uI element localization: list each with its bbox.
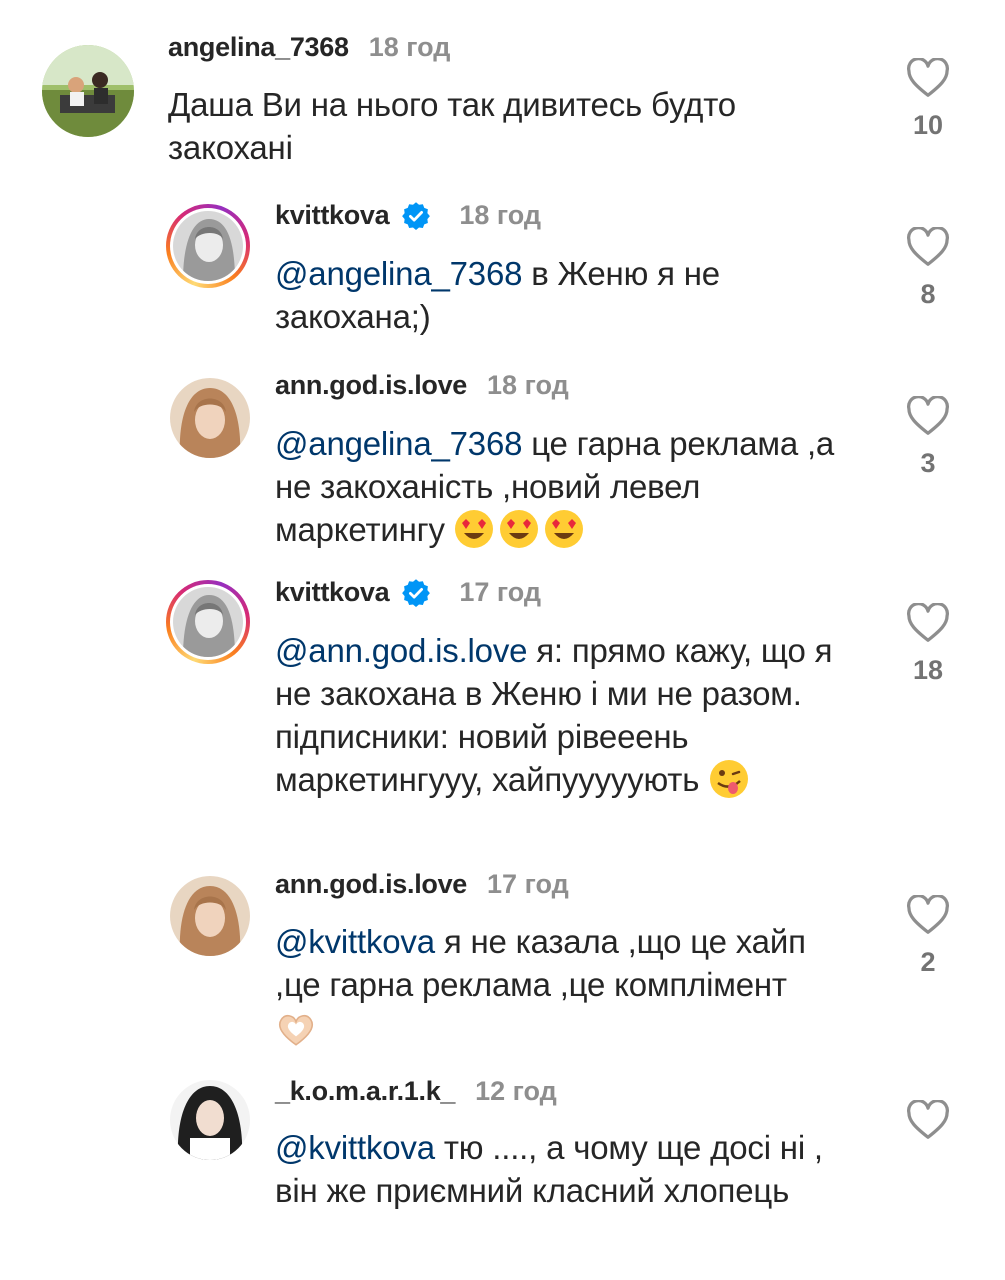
like-count: 8 [920,279,936,309]
comment-time: 17 год [459,577,542,607]
avatar-angelina[interactable] [42,45,134,137]
heart-outline-icon[interactable] [906,227,950,267]
comment-time: 17 год [487,869,569,899]
avatar-kvittkova[interactable] [166,204,250,288]
comment-username[interactable]: _k.o.m.a.r.1.k_ [275,1076,455,1107]
comment-text: @angelina_7368 в Женю я не закохана;) [275,252,835,338]
avatar-ann[interactable] [170,876,250,956]
like-control[interactable]: 8 [888,227,968,310]
comment-username[interactable]: kvittkova [275,200,390,231]
heart-outline-icon[interactable] [906,1100,950,1140]
comment-text: @kvittkova тю ...., а чому ще досі ні , … [275,1126,835,1212]
like-control[interactable]: 3 [888,396,968,479]
mention-link[interactable]: @angelina_7368 [275,425,522,462]
mention-link[interactable]: @ann.god.is.love [275,632,527,669]
mention-link[interactable]: @angelina_7368 [275,255,522,292]
comment-time: 18 год [459,200,542,230]
like-count: 18 [912,655,944,685]
comment-username[interactable]: ann.god.is.love [275,370,467,401]
avatar-komarik[interactable] [170,1080,250,1160]
like-control[interactable] [888,1100,968,1152]
mention-link[interactable]: @kvittkova [275,1129,435,1166]
comment-time: 12 год [475,1076,557,1106]
mention-link[interactable]: @kvittkova [275,923,435,960]
comment-body: Даша Ви на нього так дивитесь будто зако… [168,86,736,166]
avatar-kvittkova[interactable] [166,580,250,664]
comment-text: @kvittkova я не казала ,що це хайп ,це г… [275,920,815,1057]
like-count: 3 [920,448,936,478]
comment-username[interactable]: ann.god.is.love [275,869,467,900]
heart-outline-icon[interactable] [906,396,950,436]
like-count: 2 [920,947,936,977]
comment-text: @angelina_7368 це гарна реклама ,а не за… [275,422,860,559]
heart-outline-icon[interactable] [906,603,950,643]
verified-badge-icon [402,201,431,230]
comment-username[interactable]: kvittkova [275,577,390,608]
like-control[interactable]: 18 [888,603,968,686]
comment-time: 18 год [487,370,569,400]
comment-username[interactable]: angelina_7368 [168,32,349,63]
avatar-ann[interactable] [170,378,250,458]
comment-time: 18 год [368,32,451,62]
like-control[interactable]: 10 [888,58,968,141]
like-control[interactable]: 2 [888,895,968,978]
verified-badge-icon [402,578,431,607]
comment-text: @ann.god.is.love я: прямо кажу, що я не … [275,629,835,809]
heart-hands-emoji [275,1011,317,1057]
heart-outline-icon[interactable] [906,895,950,935]
comment-text: Даша Ви на нього так дивитесь будто зако… [168,83,848,169]
like-count: 10 [912,110,944,140]
winking-tongue-emoji [708,759,750,809]
heart-eyes-emoji [454,509,586,559]
heart-outline-icon[interactable] [906,58,950,98]
